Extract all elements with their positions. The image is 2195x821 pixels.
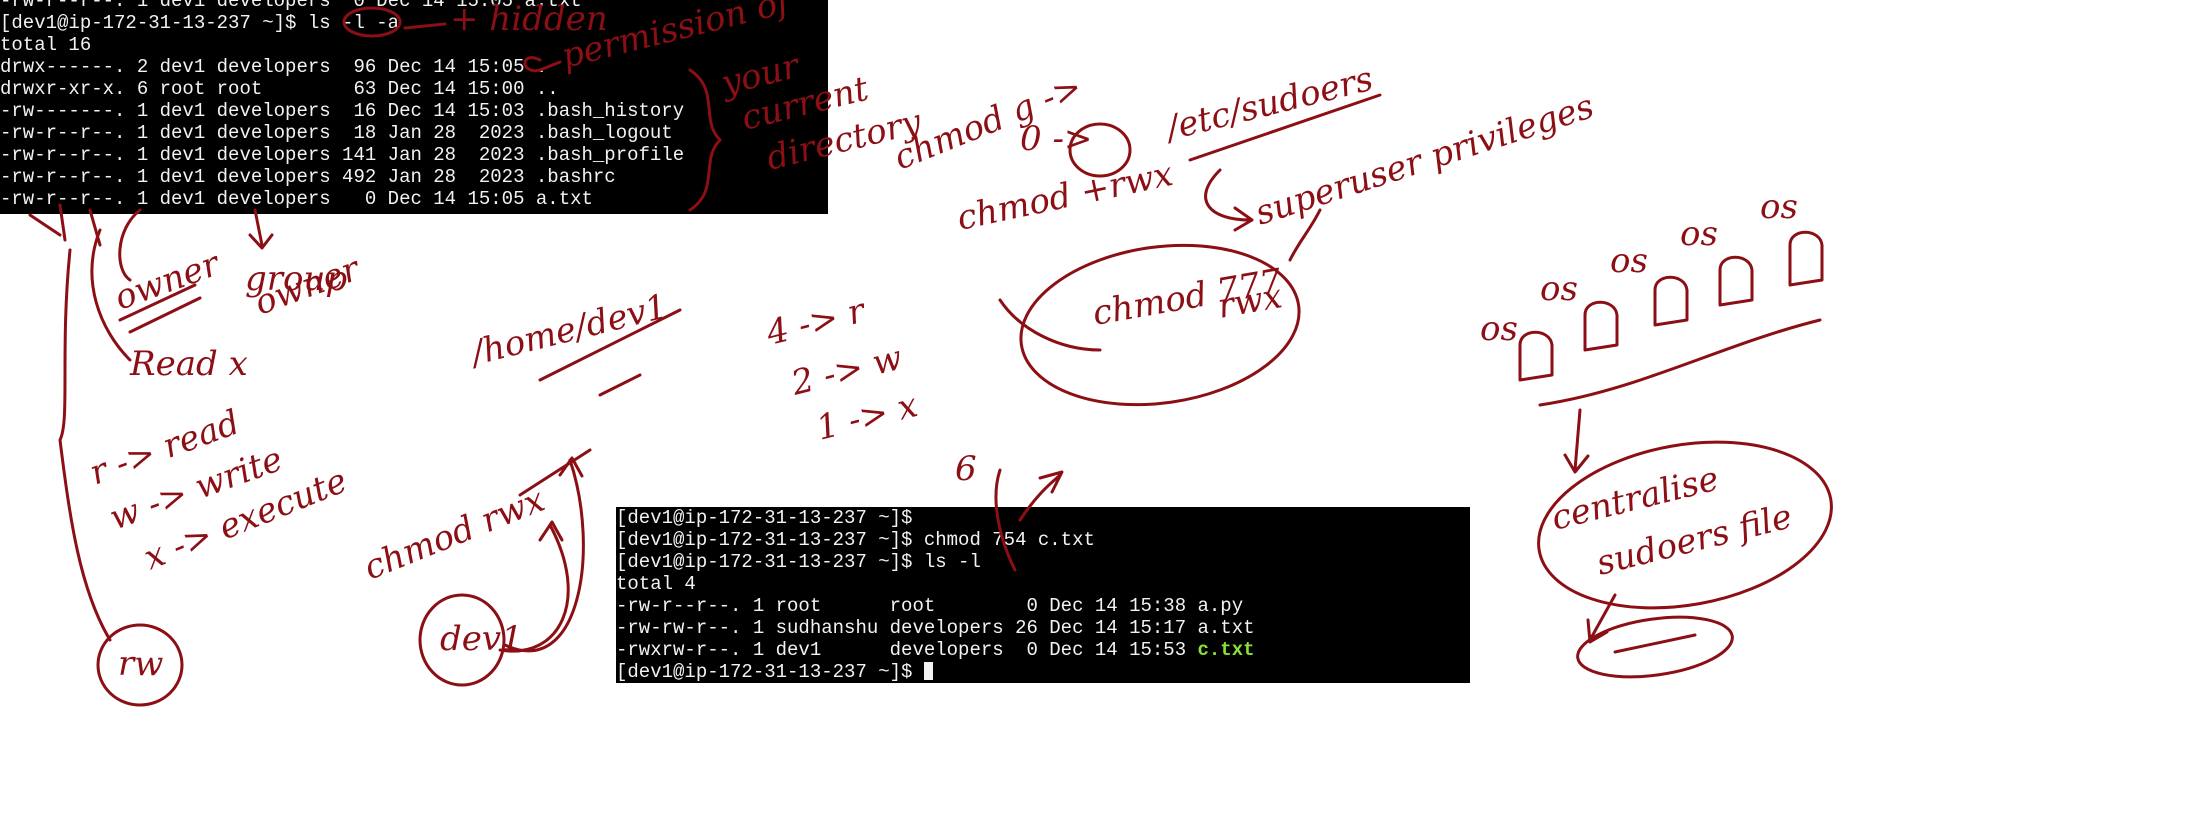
read-arrow: [90, 228, 132, 362]
centralise-circle: [1537, 440, 1833, 610]
terminal-line: [dev1@ip-172-31-13-237 ~]$ ls -l -a: [0, 12, 400, 34]
etc-sudoers-note: /etc/sudoers: [1160, 59, 1377, 150]
servers-brace: [1538, 318, 1822, 407]
terminal-line: [dev1@ip-172-31-13-237 ~]$ chmod 754 c.t…: [616, 529, 1095, 551]
x-execute-note: x -> execute: [138, 461, 352, 579]
terminal-line: -rw-r--r--. 1 dev1 developers 0 Dec 14 1…: [0, 0, 582, 12]
dev1-note: dev1: [440, 619, 523, 659]
rw-note: rw: [118, 644, 163, 684]
terminal-line: total 4: [616, 573, 696, 595]
terminal-line-highlighted: -rwxrw-r--. 1 dev1 developers 0 Dec 14 1…: [616, 639, 1470, 661]
executable-file-name: c.txt: [1197, 639, 1255, 661]
group-note: group: [245, 259, 347, 299]
sudoers-file-arrow: [1586, 593, 1617, 644]
terminal-line: -rw-r--r--. 1 dev1 developers 492 Jan 28…: [0, 166, 616, 188]
superuser-arrow: [1204, 168, 1254, 232]
terminal-line: drwx------. 2 dev1 developers 96 Dec 14 …: [0, 56, 548, 78]
owner-arrow: [118, 208, 142, 282]
777-arrow: [998, 208, 1322, 352]
sudoers-file-line: [1613, 633, 1697, 654]
terminal-line: -rw-r--r--. 1 root root 0 Dec 14 15:38 a…: [616, 595, 1244, 617]
zero-note: 0 ->: [1020, 119, 1092, 159]
read-x-note: Read x: [129, 344, 248, 384]
terminal-window-top[interactable]: -rw-r--r--. 1 dev1 developers 0 Dec 14 1…: [0, 0, 828, 214]
rw-circle: [96, 623, 184, 707]
shell-prompt: [dev1@ip-172-31-13-237 ~]$: [616, 661, 924, 683]
dev1-circle: [418, 593, 506, 687]
chmod-trwx-note: chmod +rwx: [954, 154, 1177, 239]
two-w-note: 2 -> w: [787, 338, 907, 404]
server-icon-3: [1653, 275, 1689, 327]
home-underline: [538, 308, 682, 397]
r-read-note: r -> read: [84, 402, 245, 493]
home-dev1-note: /home/dev1: [465, 286, 672, 374]
server-icon-4: [1718, 255, 1754, 307]
rwx-circle: [1068, 122, 1132, 178]
group-owner-note: owner: [249, 248, 366, 323]
w-write-note: w -> write: [104, 439, 288, 538]
centralise-note: centralise: [1548, 459, 1723, 539]
text-cursor: [923, 662, 933, 680]
sudoers-file-circle: [1576, 615, 1734, 679]
server-icon-2: [1583, 300, 1619, 352]
terminal-line: -rw-r--r--. 1 dev1 developers 141 Jan 28…: [0, 144, 685, 166]
dev1-arrow: [498, 520, 570, 653]
server-icon-1: [1518, 330, 1554, 382]
rwx-note: rwx: [1215, 276, 1285, 327]
one-x-note: 1 -> x: [813, 385, 922, 449]
os-label-2: os: [1540, 269, 1578, 309]
sudoers-underline: [1188, 93, 1382, 162]
chmod-777-note: chmod 777: [1090, 261, 1286, 334]
terminal-line: -rw-rw-r--. 1 sudhanshu developers 26 De…: [616, 617, 1255, 639]
os-label-3: os: [1610, 241, 1648, 281]
os-label-5: os: [1760, 187, 1798, 227]
os-label-4: os: [1680, 214, 1718, 254]
chmod-g-note: chmod g ->: [888, 67, 1087, 179]
superuser-note: superuser privileges: [1250, 86, 1598, 233]
left-connector-line: [58, 248, 112, 642]
terminal-line: -rw-------. 1 dev1 developers 16 Dec 14 …: [0, 100, 685, 122]
six-note: 6: [955, 449, 977, 489]
four-r-note: 4 -> r: [762, 290, 871, 354]
terminal-window-bottom[interactable]: [dev1@ip-172-31-13-237 ~]$ [dev1@ip-172-…: [616, 507, 1470, 683]
file-entry-prefix: -rwxrw-r--. 1 dev1 developers 0 Dec 14 1…: [616, 639, 1198, 661]
owner-note: owner: [109, 243, 226, 318]
chmod-underline: [518, 448, 592, 497]
terminal-line: drwxr-xr-x. 6 root root 63 Dec 14 15:00 …: [0, 78, 559, 100]
owner-underline: [118, 283, 202, 334]
sudoers-file-note: sudoers file: [1593, 497, 1797, 584]
chmod-777-circle: [1019, 243, 1301, 407]
terminal-line: [dev1@ip-172-31-13-237 ~]$ ls -l: [616, 551, 981, 573]
terminal-prompt-line[interactable]: [dev1@ip-172-31-13-237 ~]$: [616, 661, 1470, 683]
group-arrow: [248, 208, 274, 250]
dev1-arrow-2: [503, 456, 585, 653]
chmod-rwx-note: chmod rwx: [358, 480, 550, 589]
server-icon-5: [1788, 230, 1824, 287]
os-label-1: os: [1480, 309, 1518, 349]
terminal-line: [dev1@ip-172-31-13-237 ~]$: [616, 507, 913, 529]
terminal-line: total 16: [0, 34, 92, 56]
terminal-line: -rw-r--r--. 1 dev1 developers 0 Dec 14 1…: [0, 188, 593, 210]
terminal-line: -rw-r--r--. 1 dev1 developers 18 Jan 28 …: [0, 122, 673, 144]
servers-arrow: [1563, 408, 1590, 474]
